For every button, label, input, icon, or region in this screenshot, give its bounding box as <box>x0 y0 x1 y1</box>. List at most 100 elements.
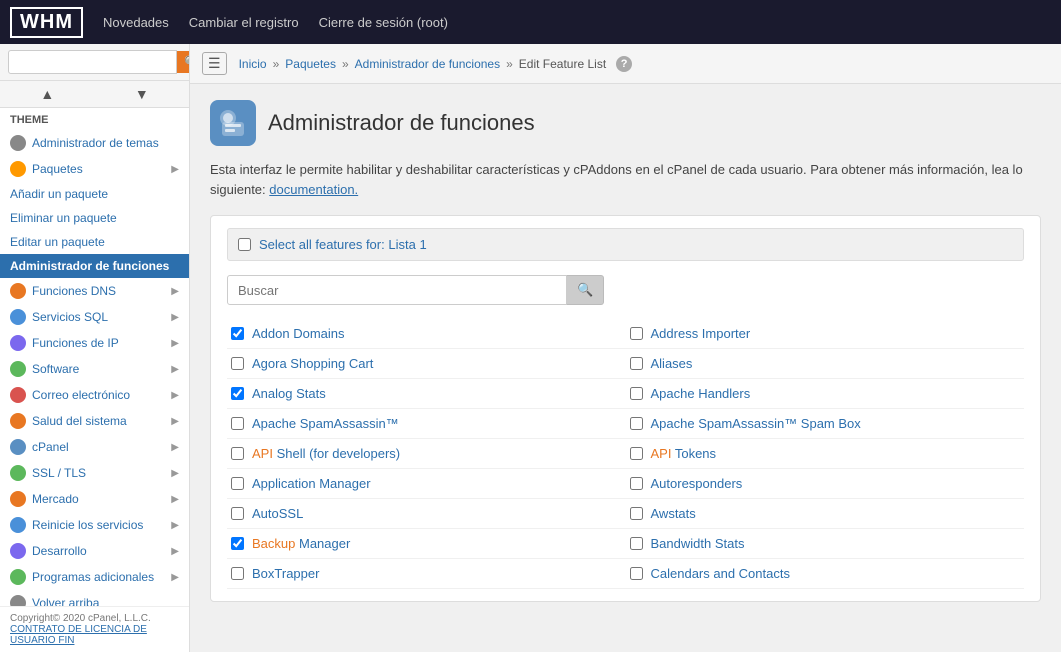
feature-checkbox-autossl[interactable] <box>231 507 244 520</box>
feature-label-api-shell[interactable]: API Shell (for developers) <box>252 446 400 461</box>
feature-label-addon-domains[interactable]: Addon Domains <box>252 326 345 341</box>
nav-cambiar-registro[interactable]: Cambiar el registro <box>189 15 299 30</box>
sidebar-item-programas[interactable]: Programas adicionales ▶ <box>0 564 189 590</box>
feature-checkbox-api-tokens[interactable] <box>630 447 643 460</box>
feature-label-autossl[interactable]: AutoSSL <box>252 506 303 521</box>
collapse-sidebar-button[interactable]: ☰ <box>202 52 227 75</box>
help-icon[interactable]: ? <box>616 56 632 72</box>
funciones-ip-arrow: ▶ <box>171 338 179 349</box>
feature-checkbox-boxtrapper[interactable] <box>231 567 244 580</box>
breadcrumb-sep-3: » <box>506 57 513 71</box>
sidebar-item-funciones-dns[interactable]: Funciones DNS ▶ <box>0 278 189 304</box>
feature-checkbox-apache-spamassassin-spam-box[interactable] <box>630 417 643 430</box>
correo-icon <box>10 387 26 403</box>
feature-item-apache-spamassassin: Apache SpamAssassin™ <box>227 409 626 439</box>
sidebar: 🔍 ▲ ▼ Theme Administrador de temas Paque… <box>0 44 190 652</box>
sidebar-item-software[interactable]: Software ▶ <box>0 356 189 382</box>
feature-label-autoresponders[interactable]: Autoresponders <box>651 476 743 491</box>
feature-checkbox-apache-spamassassin[interactable] <box>231 417 244 430</box>
content-area: Administrador de funciones Esta interfaz… <box>190 84 1061 652</box>
feature-label-api-tokens[interactable]: API Tokens <box>651 446 717 461</box>
feature-checkbox-bandwidth-stats[interactable] <box>630 537 643 550</box>
feature-checkbox-analog-stats[interactable] <box>231 387 244 400</box>
feature-checkbox-api-shell[interactable] <box>231 447 244 460</box>
feature-item-boxtrapper: BoxTrapper <box>227 559 626 589</box>
feature-label-analog-stats[interactable]: Analog Stats <box>252 386 326 401</box>
feature-checkbox-calendars-contacts[interactable] <box>630 567 643 580</box>
sidebar-item-anadir-paquete[interactable]: Añadir un paquete <box>0 182 189 206</box>
sidebar-item-mercado[interactable]: Mercado ▶ <box>0 486 189 512</box>
feature-checkbox-agora-shopping-cart[interactable] <box>231 357 244 370</box>
sidebar-search-input[interactable] <box>8 50 177 74</box>
feature-checkbox-autoresponders[interactable] <box>630 477 643 490</box>
feature-label-backup-manager[interactable]: Backup Manager <box>252 536 350 551</box>
select-all-checkbox[interactable] <box>238 238 251 251</box>
feature-label-bandwidth-stats[interactable]: Bandwidth Stats <box>651 536 745 551</box>
breadcrumb-paquetes[interactable]: Paquetes <box>285 57 336 71</box>
sidebar-search-button[interactable]: 🔍 <box>177 51 190 73</box>
feature-label-agora-shopping-cart[interactable]: Agora Shopping Cart <box>252 356 373 371</box>
sidebar-item-correo[interactable]: Correo electrónico ▶ <box>0 382 189 408</box>
feature-label-calendars-contacts[interactable]: Calendars and Contacts <box>651 566 790 581</box>
sidebar-search-area: 🔍 <box>0 44 189 81</box>
sidebar-down-arrow[interactable]: ▼ <box>95 81 190 107</box>
feature-checkbox-address-importer[interactable] <box>630 327 643 340</box>
feature-label-boxtrapper[interactable]: BoxTrapper <box>252 566 319 581</box>
nav-cierre-sesion[interactable]: Cierre de sesión (root) <box>319 15 448 30</box>
sidebar-item-ssl[interactable]: SSL / TLS ▶ <box>0 460 189 486</box>
breadcrumb-inicio[interactable]: Inicio <box>239 57 267 71</box>
documentation-link[interactable]: documentation. <box>269 182 358 197</box>
sidebar-item-reinicie[interactable]: Reinicie los servicios ▶ <box>0 512 189 538</box>
feature-checkbox-awstats[interactable] <box>630 507 643 520</box>
feature-checkbox-aliases[interactable] <box>630 357 643 370</box>
select-all-bar: Select all features for: Lista 1 <box>227 228 1024 261</box>
sidebar-item-volver[interactable]: Volver arriba <box>0 590 189 606</box>
breadcrumb-admin-funciones[interactable]: Administrador de funciones <box>355 57 500 71</box>
feature-label-aliases[interactable]: Aliases <box>651 356 693 371</box>
salud-icon <box>10 413 26 429</box>
programas-icon <box>10 569 26 585</box>
desarrollo-label: Desarrollo <box>32 544 87 558</box>
feature-item-agora-shopping-cart: Agora Shopping Cart <box>227 349 626 379</box>
sidebar-item-admin-funciones[interactable]: Administrador de funciones <box>0 254 189 278</box>
feature-checkbox-application-manager[interactable] <box>231 477 244 490</box>
page-icon <box>210 100 256 146</box>
main-layout: 🔍 ▲ ▼ Theme Administrador de temas Paque… <box>0 44 1061 652</box>
feature-label-apache-spamassassin-spam-box[interactable]: Apache SpamAssassin™ Spam Box <box>651 416 861 431</box>
feature-checkbox-addon-domains[interactable] <box>231 327 244 340</box>
feature-box: Select all features for: Lista 1 🔍 Addon… <box>210 215 1041 602</box>
reinicie-icon <box>10 517 26 533</box>
sidebar-item-admin-temas-label: Administrador de temas <box>32 136 159 150</box>
admin-funciones-label: Administrador de funciones <box>10 259 169 273</box>
feature-label-awstats[interactable]: Awstats <box>651 506 696 521</box>
sidebar-up-arrow[interactable]: ▲ <box>0 81 95 107</box>
feature-checkbox-apache-handlers[interactable] <box>630 387 643 400</box>
sidebar-item-editar-paquete[interactable]: Editar un paquete <box>0 230 189 254</box>
feature-label-apache-handlers[interactable]: Apache Handlers <box>651 386 751 401</box>
sidebar-item-paquetes[interactable]: Paquetes ▶ <box>0 156 189 182</box>
sidebar-item-salud[interactable]: Salud del sistema ▶ <box>0 408 189 434</box>
feature-search-button[interactable]: 🔍 <box>567 275 604 305</box>
sidebar-item-admin-temas[interactable]: Administrador de temas <box>0 130 189 156</box>
sidebar-item-servicios-sql[interactable]: Servicios SQL ▶ <box>0 304 189 330</box>
cpanel-arrow: ▶ <box>171 442 179 453</box>
ssl-label: SSL / TLS <box>32 466 86 480</box>
ssl-arrow: ▶ <box>171 468 179 479</box>
sidebar-item-funciones-ip[interactable]: Funciones de IP ▶ <box>0 330 189 356</box>
page-title: Administrador de funciones <box>268 110 535 136</box>
feature-label-address-importer[interactable]: Address Importer <box>651 326 751 341</box>
nav-novedades[interactable]: Novedades <box>103 15 169 30</box>
feature-label-application-manager[interactable]: Application Manager <box>252 476 371 491</box>
feature-search-input[interactable] <box>227 275 567 305</box>
license-link[interactable]: CONTRATO DE LICENCIA DE USUARIO FIN <box>10 624 147 646</box>
feature-label-apache-spamassassin[interactable]: Apache SpamAssassin™ <box>252 416 399 431</box>
programas-arrow: ▶ <box>171 572 179 583</box>
feature-checkbox-backup-manager[interactable] <box>231 537 244 550</box>
cpanel-label: cPanel <box>32 440 69 454</box>
sidebar-item-cpanel[interactable]: cPanel ▶ <box>0 434 189 460</box>
sidebar-item-desarrollo[interactable]: Desarrollo ▶ <box>0 538 189 564</box>
sidebar-item-eliminar-paquete[interactable]: Eliminar un paquete <box>0 206 189 230</box>
feature-item-awstats: Awstats <box>626 499 1025 529</box>
select-all-label[interactable]: Select all features for: Lista 1 <box>259 237 427 252</box>
feature-item-autossl: AutoSSL <box>227 499 626 529</box>
